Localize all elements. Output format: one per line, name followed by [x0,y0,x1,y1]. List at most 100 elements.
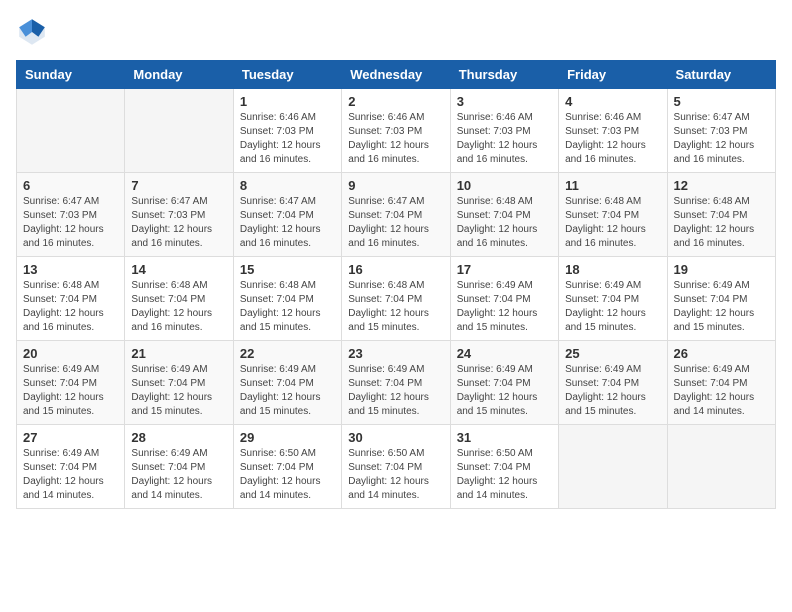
day-number: 18 [565,262,660,277]
day-info: Sunrise: 6:49 AM Sunset: 7:04 PM Dayligh… [674,363,769,419]
calendar-cell: 18 Sunrise: 6:49 AM Sunset: 7:04 PM Dayli… [559,257,667,341]
calendar-cell: 28 Sunrise: 6:49 AM Sunset: 7:04 PM Dayli… [125,425,233,509]
day-info: Sunrise: 6:49 AM Sunset: 7:04 PM Dayligh… [565,279,660,335]
calendar-cell: 31 Sunrise: 6:50 AM Sunset: 7:04 PM Dayli… [450,425,558,509]
day-info: Sunrise: 6:47 AM Sunset: 7:03 PM Dayligh… [23,195,118,251]
day-info: Sunrise: 6:49 AM Sunset: 7:04 PM Dayligh… [348,363,443,419]
day-info: Sunrise: 6:49 AM Sunset: 7:04 PM Dayligh… [131,447,226,503]
day-number: 10 [457,178,552,193]
day-number: 20 [23,346,118,361]
day-info: Sunrise: 6:47 AM Sunset: 7:03 PM Dayligh… [131,195,226,251]
calendar-week-row: 20 Sunrise: 6:49 AM Sunset: 7:04 PM Dayli… [17,341,776,425]
day-number: 12 [674,178,769,193]
calendar-cell: 14Sunrise: 6:48 AM Sunset: 7:04 PM Dayli… [125,257,233,341]
day-number: 25 [565,346,660,361]
day-number: 7 [131,178,226,193]
day-info: Sunrise: 6:49 AM Sunset: 7:04 PM Dayligh… [674,279,769,335]
day-of-week-header: Tuesday [233,61,341,89]
day-number: 8 [240,178,335,193]
day-number: 30 [348,430,443,445]
calendar-cell: 10 Sunrise: 6:48 AM Sunset: 7:04 PM Dayli… [450,173,558,257]
calendar-cell: 19 Sunrise: 6:49 AM Sunset: 7:04 PM Dayli… [667,257,775,341]
day-info: Sunrise: 6:48 AM Sunset: 7:04 PM Dayligh… [348,279,443,335]
calendar-cell: 17 Sunrise: 6:49 AM Sunset: 7:04 PM Dayli… [450,257,558,341]
day-number: 31 [457,430,552,445]
calendar-cell [667,425,775,509]
calendar-cell: 2 Sunrise: 6:46 AM Sunset: 7:03 PM Daylig… [342,89,450,173]
day-info: Sunrise: 6:49 AM Sunset: 7:04 PM Dayligh… [23,447,118,503]
calendar-cell: 27Sunrise: 6:49 AM Sunset: 7:04 PM Dayli… [17,425,125,509]
day-number: 1 [240,94,335,109]
page-header [16,16,776,48]
calendar-cell: 16 Sunrise: 6:48 AM Sunset: 7:04 PM Dayli… [342,257,450,341]
day-info: Sunrise: 6:47 AM Sunset: 7:04 PM Dayligh… [240,195,335,251]
calendar-cell: 12 Sunrise: 6:48 AM Sunset: 7:04 PM Dayli… [667,173,775,257]
day-of-week-header: Monday [125,61,233,89]
day-of-week-header: Thursday [450,61,558,89]
day-number: 5 [674,94,769,109]
day-info: Sunrise: 6:48 AM Sunset: 7:04 PM Dayligh… [23,279,118,335]
day-info: Sunrise: 6:48 AM Sunset: 7:04 PM Dayligh… [457,195,552,251]
calendar-week-row: 27Sunrise: 6:49 AM Sunset: 7:04 PM Dayli… [17,425,776,509]
day-info: Sunrise: 6:46 AM Sunset: 7:03 PM Dayligh… [565,111,660,167]
day-number: 29 [240,430,335,445]
day-number: 28 [131,430,226,445]
day-info: Sunrise: 6:48 AM Sunset: 7:04 PM Dayligh… [565,195,660,251]
day-info: Sunrise: 6:46 AM Sunset: 7:03 PM Dayligh… [240,111,335,167]
calendar-cell: 15 Sunrise: 6:48 AM Sunset: 7:04 PM Dayli… [233,257,341,341]
day-info: Sunrise: 6:50 AM Sunset: 7:04 PM Dayligh… [457,447,552,503]
day-number: 11 [565,178,660,193]
calendar-cell [17,89,125,173]
day-number: 3 [457,94,552,109]
day-of-week-header: Wednesday [342,61,450,89]
calendar-cell: 26 Sunrise: 6:49 AM Sunset: 7:04 PM Dayli… [667,341,775,425]
day-number: 16 [348,262,443,277]
day-number: 19 [674,262,769,277]
day-number: 2 [348,94,443,109]
day-info: Sunrise: 6:50 AM Sunset: 7:04 PM Dayligh… [240,447,335,503]
day-info: Sunrise: 6:49 AM Sunset: 7:04 PM Dayligh… [23,363,118,419]
calendar-cell: 1 Sunrise: 6:46 AM Sunset: 7:03 PM Daylig… [233,89,341,173]
day-info: Sunrise: 6:47 AM Sunset: 7:04 PM Dayligh… [348,195,443,251]
day-info: Sunrise: 6:46 AM Sunset: 7:03 PM Dayligh… [457,111,552,167]
day-number: 23 [348,346,443,361]
calendar-cell [559,425,667,509]
calendar-cell: 24Sunrise: 6:49 AM Sunset: 7:04 PM Dayli… [450,341,558,425]
day-number: 26 [674,346,769,361]
calendar-cell: 4 Sunrise: 6:46 AM Sunset: 7:03 PM Daylig… [559,89,667,173]
calendar-cell: 6Sunrise: 6:47 AM Sunset: 7:03 PM Daylig… [17,173,125,257]
calendar-week-row: 1 Sunrise: 6:46 AM Sunset: 7:03 PM Daylig… [17,89,776,173]
calendar-cell: 11 Sunrise: 6:48 AM Sunset: 7:04 PM Dayli… [559,173,667,257]
day-number: 17 [457,262,552,277]
day-info: Sunrise: 6:49 AM Sunset: 7:04 PM Dayligh… [565,363,660,419]
calendar-cell: 30 Sunrise: 6:50 AM Sunset: 7:04 PM Dayli… [342,425,450,509]
day-info: Sunrise: 6:50 AM Sunset: 7:04 PM Dayligh… [348,447,443,503]
calendar-week-row: 13 Sunrise: 6:48 AM Sunset: 7:04 PM Dayli… [17,257,776,341]
day-number: 15 [240,262,335,277]
day-info: Sunrise: 6:48 AM Sunset: 7:04 PM Dayligh… [240,279,335,335]
day-of-week-header: Friday [559,61,667,89]
calendar-cell [125,89,233,173]
calendar-cell: 21Sunrise: 6:49 AM Sunset: 7:04 PM Dayli… [125,341,233,425]
calendar-week-row: 6Sunrise: 6:47 AM Sunset: 7:03 PM Daylig… [17,173,776,257]
calendar-cell: 5 Sunrise: 6:47 AM Sunset: 7:03 PM Daylig… [667,89,775,173]
day-number: 21 [131,346,226,361]
day-number: 22 [240,346,335,361]
calendar-cell: 20 Sunrise: 6:49 AM Sunset: 7:04 PM Dayli… [17,341,125,425]
day-of-week-header: Saturday [667,61,775,89]
calendar-cell: 22Sunrise: 6:49 AM Sunset: 7:04 PM Dayli… [233,341,341,425]
day-number: 13 [23,262,118,277]
logo-icon [16,16,48,48]
calendar-cell: 7 Sunrise: 6:47 AM Sunset: 7:03 PM Daylig… [125,173,233,257]
day-info: Sunrise: 6:48 AM Sunset: 7:04 PM Dayligh… [131,279,226,335]
day-info: Sunrise: 6:48 AM Sunset: 7:04 PM Dayligh… [674,195,769,251]
day-info: Sunrise: 6:47 AM Sunset: 7:03 PM Dayligh… [674,111,769,167]
calendar: SundayMondayTuesdayWednesdayThursdayFrid… [16,60,776,509]
day-number: 9 [348,178,443,193]
calendar-cell: 13 Sunrise: 6:48 AM Sunset: 7:04 PM Dayli… [17,257,125,341]
calendar-header-row: SundayMondayTuesdayWednesdayThursdayFrid… [17,61,776,89]
day-info: Sunrise: 6:49 AM Sunset: 7:04 PM Dayligh… [457,279,552,335]
day-number: 4 [565,94,660,109]
calendar-cell: 3 Sunrise: 6:46 AM Sunset: 7:03 PM Daylig… [450,89,558,173]
day-info: Sunrise: 6:46 AM Sunset: 7:03 PM Dayligh… [348,111,443,167]
